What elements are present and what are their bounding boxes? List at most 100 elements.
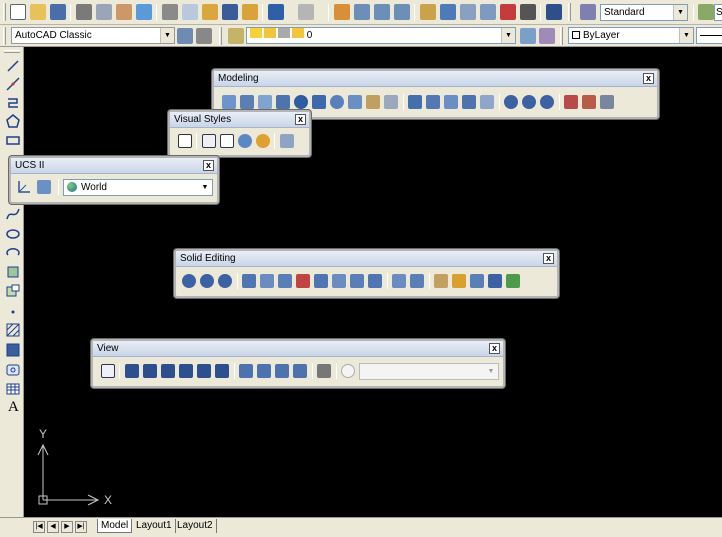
planar-surface-icon[interactable] xyxy=(384,95,398,109)
offset-faces-icon[interactable] xyxy=(278,274,292,288)
right-view-icon[interactable] xyxy=(179,364,193,378)
dimension-style-combo[interactable]: S xyxy=(714,4,722,21)
undo-icon[interactable] xyxy=(268,4,284,20)
front-view-icon[interactable] xyxy=(197,364,211,378)
extrude-icon[interactable] xyxy=(408,95,422,109)
hatch-icon[interactable] xyxy=(6,323,20,337)
zoom-previous-icon[interactable] xyxy=(394,4,410,20)
make-current-layer-icon[interactable] xyxy=(520,28,536,44)
rectangle-icon[interactable] xyxy=(6,133,20,147)
toolbar-grip[interactable] xyxy=(4,50,20,53)
table-icon[interactable] xyxy=(6,382,20,396)
text-style-icon[interactable] xyxy=(580,4,596,20)
cone-icon[interactable] xyxy=(276,95,290,109)
separate-icon[interactable] xyxy=(470,274,484,288)
layer-previous-icon[interactable] xyxy=(539,28,555,44)
chevron-down-icon[interactable]: ▼ xyxy=(501,28,515,43)
conceptual-icon[interactable] xyxy=(256,134,270,148)
publish-icon[interactable] xyxy=(116,4,132,20)
insert-block-icon[interactable] xyxy=(6,265,20,279)
zoom-realtime-icon[interactable] xyxy=(354,4,370,20)
3d-hidden-icon[interactable] xyxy=(220,134,234,148)
torus-icon[interactable] xyxy=(330,95,344,109)
cut-icon[interactable] xyxy=(162,4,178,20)
extrude-faces-icon[interactable] xyxy=(242,274,256,288)
polysolid-icon[interactable] xyxy=(222,95,236,109)
tab-layout2[interactable]: Layout2 xyxy=(174,519,217,533)
presspull-icon[interactable] xyxy=(426,95,440,109)
markup-icon[interactable] xyxy=(500,4,516,20)
subtract-icon[interactable] xyxy=(522,95,536,109)
chevron-down-icon[interactable]: ▼ xyxy=(673,5,687,20)
point-icon[interactable] xyxy=(6,305,20,319)
ellipse-icon[interactable] xyxy=(6,227,20,241)
construction-line-icon[interactable] xyxy=(6,77,20,91)
calculator-icon[interactable] xyxy=(520,4,536,20)
new-icon[interactable] xyxy=(10,4,26,20)
subtract-icon[interactable] xyxy=(200,274,214,288)
color-combo[interactable]: ByLayer ▼ xyxy=(568,27,694,44)
realistic-icon[interactable] xyxy=(238,134,252,148)
tab-model[interactable]: Model xyxy=(97,519,133,533)
design-center-icon[interactable] xyxy=(440,4,456,20)
box-icon[interactable] xyxy=(240,95,254,109)
clean-icon[interactable] xyxy=(452,274,466,288)
redo-icon[interactable] xyxy=(298,4,314,20)
polyline-icon[interactable] xyxy=(6,95,20,109)
chevron-down-icon[interactable]: ▼ xyxy=(198,180,212,195)
copy-icon[interactable] xyxy=(182,4,198,20)
close-icon[interactable]: x xyxy=(643,73,654,84)
plot-preview-icon[interactable] xyxy=(96,4,112,20)
make-block-icon[interactable] xyxy=(6,284,20,298)
help-icon[interactable] xyxy=(546,4,562,20)
visual-styles-title-bar[interactable]: Visual Styles x xyxy=(170,112,309,128)
ucs-combo[interactable]: World ▼ xyxy=(63,179,213,196)
last-tab-icon[interactable]: ▶| xyxy=(75,521,87,533)
copy-edges-icon[interactable] xyxy=(392,274,406,288)
next-tab-icon[interactable]: ▶ xyxy=(61,521,73,533)
3d-wireframe-icon[interactable] xyxy=(202,134,216,148)
back-view-icon[interactable] xyxy=(215,364,229,378)
visual-styles-manager-icon[interactable] xyxy=(280,134,294,148)
3d-dwf-icon[interactable] xyxy=(136,4,152,20)
region-icon[interactable] xyxy=(6,363,20,377)
sw-isometric-icon[interactable] xyxy=(239,364,253,378)
gradient-icon[interactable] xyxy=(6,343,20,357)
spline-icon[interactable] xyxy=(6,207,20,221)
sphere-icon[interactable] xyxy=(294,95,308,109)
taper-faces-icon[interactable] xyxy=(332,274,346,288)
dimension-style-icon[interactable] xyxy=(698,4,714,20)
multiline-text-icon[interactable]: A xyxy=(8,399,19,416)
properties-icon[interactable] xyxy=(420,4,436,20)
rotate-faces-icon[interactable] xyxy=(314,274,328,288)
close-icon[interactable]: x xyxy=(295,114,306,125)
2d-wireframe-icon[interactable] xyxy=(178,134,192,148)
workspace-settings-icon[interactable] xyxy=(177,28,193,44)
ucs2-title-bar[interactable]: UCS II x xyxy=(11,158,217,174)
nw-isometric-icon[interactable] xyxy=(293,364,307,378)
move-faces-icon[interactable] xyxy=(260,274,274,288)
bottom-view-icon[interactable] xyxy=(143,364,157,378)
imprint-icon[interactable] xyxy=(434,274,448,288)
pan-icon[interactable] xyxy=(334,4,350,20)
copy-faces-icon[interactable] xyxy=(350,274,364,288)
workspace-combo[interactable]: AutoCAD Classic ▼ xyxy=(11,27,175,44)
revolve-icon[interactable] xyxy=(462,95,476,109)
zoom-window-icon[interactable] xyxy=(374,4,390,20)
left-view-icon[interactable] xyxy=(161,364,175,378)
linetype-combo[interactable] xyxy=(696,27,722,44)
close-icon[interactable]: x xyxy=(543,253,554,264)
ucs-axis-tool-icon[interactable] xyxy=(17,180,31,194)
toolbar-grip[interactable] xyxy=(560,27,563,45)
pyramid-icon[interactable] xyxy=(348,95,362,109)
save-icon[interactable] xyxy=(50,4,66,20)
polygon-icon[interactable] xyxy=(6,114,20,128)
ellipse-arc-icon[interactable] xyxy=(6,246,20,260)
color-edges-icon[interactable] xyxy=(410,274,424,288)
sheet-set-icon[interactable] xyxy=(480,4,496,20)
tool-palettes-icon[interactable] xyxy=(460,4,476,20)
match-properties-icon[interactable] xyxy=(222,4,238,20)
check-icon[interactable] xyxy=(506,274,520,288)
chevron-down-icon[interactable]: ▼ xyxy=(679,28,693,43)
layer-combo[interactable]: 0 ▼ xyxy=(246,27,516,44)
